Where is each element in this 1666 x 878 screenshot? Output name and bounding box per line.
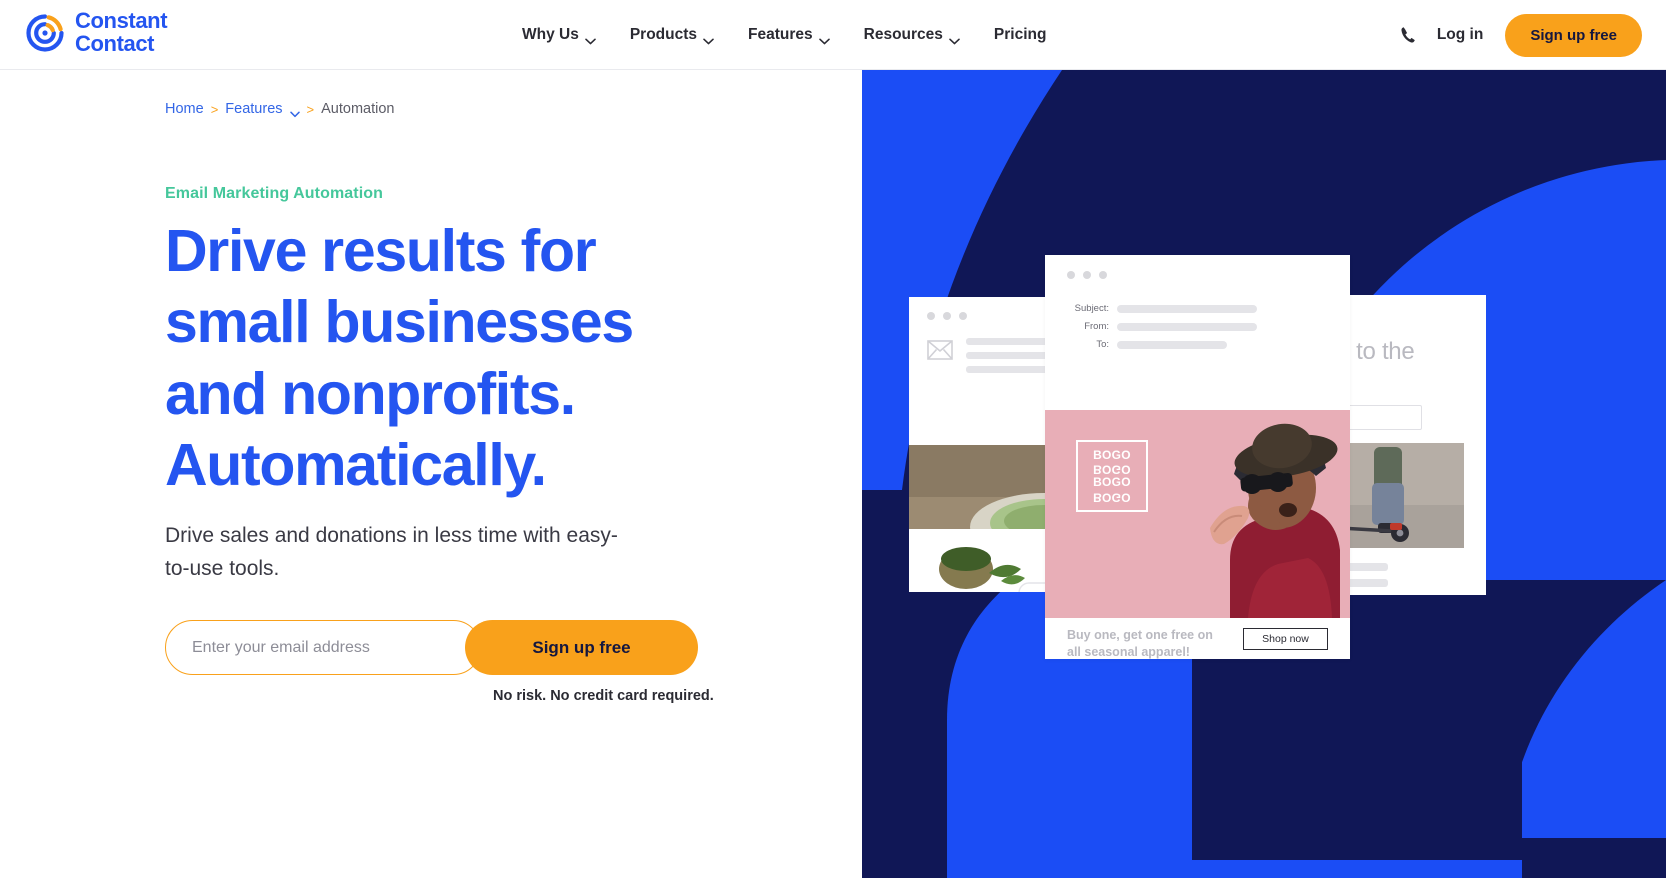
page-title: Drive results for small businesses and n… xyxy=(165,218,634,499)
subject-value-skeleton xyxy=(1117,304,1257,313)
bogo-line-3: BOGO xyxy=(1093,475,1131,489)
chevron-down-icon xyxy=(818,32,830,44)
window-dot xyxy=(943,312,951,320)
nav-item-pricing[interactable]: Pricing xyxy=(977,0,1064,70)
breadcrumb-home[interactable]: Home xyxy=(165,101,204,117)
subject-row: Subject: xyxy=(1067,303,1328,314)
to-row: To: xyxy=(1067,339,1328,350)
nav-label: Pricing xyxy=(993,26,1047,43)
logo-line-1: Constant xyxy=(75,8,168,33)
signup-submit-button[interactable]: Sign up free xyxy=(465,620,698,675)
from-row: From: xyxy=(1067,321,1328,332)
site-header: Constant Contact Why Us Products Feature… xyxy=(0,0,1666,70)
envelope-icon xyxy=(927,340,953,360)
hero-subheadline: Drive sales and donations in less time w… xyxy=(165,524,618,580)
signup-disclaimer: No risk. No credit card required. xyxy=(493,688,714,704)
shop-now-button[interactable]: Shop now xyxy=(1243,628,1328,650)
email-compose-card: Subject: From: To: BOGO BOGO BOGO BOGO B… xyxy=(1045,255,1350,659)
window-dot xyxy=(959,312,967,320)
nav-label: Products xyxy=(629,26,698,43)
breadcrumb-current: Automation xyxy=(321,101,395,117)
chevron-down-icon[interactable] xyxy=(289,106,300,117)
email-meta-fields: Subject: From: To: xyxy=(1067,303,1328,350)
bogo-line-4: BOGO xyxy=(1093,490,1131,505)
phone-icon[interactable] xyxy=(1397,24,1419,46)
eyebrow-label: Email Marketing Automation xyxy=(165,185,384,202)
nav-item-products[interactable]: Products xyxy=(613,0,731,70)
to-value-skeleton xyxy=(1117,340,1227,349)
breadcrumb-separator: > xyxy=(210,101,219,117)
logo[interactable]: Constant Contact xyxy=(24,8,168,56)
breadcrumb-separator: > xyxy=(306,101,315,117)
nav-item-features[interactable]: Features xyxy=(731,0,847,70)
window-dot xyxy=(927,312,935,320)
to-label: To: xyxy=(1096,339,1109,350)
nav-item-why-us[interactable]: Why Us xyxy=(505,0,613,70)
logo-wordmark: Constant Contact xyxy=(75,8,168,56)
bogo-promo-panel: BOGO BOGO BOGO BOGO xyxy=(1045,410,1350,618)
primary-navigation: Why Us Products Features Resources Prici… xyxy=(505,0,1063,70)
breadcrumb: Home > Features > Automation xyxy=(165,101,394,117)
nav-label: Features xyxy=(748,26,813,43)
logo-line-2: Contact xyxy=(75,30,155,56)
window-dot xyxy=(1099,271,1107,279)
signup-free-button[interactable]: Sign up free xyxy=(1505,13,1642,57)
bogo-logo-box: BOGO BOGO BOGO BOGO xyxy=(1076,440,1148,512)
hero-illustration: Welome to the club! xyxy=(862,70,1666,878)
from-value-skeleton xyxy=(1117,322,1257,331)
from-label: From: xyxy=(1084,321,1109,332)
nav-item-resources[interactable]: Resources xyxy=(847,0,977,70)
subject-label: Subject: xyxy=(1074,303,1109,314)
bogo-line-2: BOGO xyxy=(1093,463,1131,477)
window-dot xyxy=(1083,271,1091,279)
chevron-down-icon xyxy=(703,32,714,44)
breadcrumb-features[interactable]: Features xyxy=(225,101,282,117)
signup-form: Sign up free xyxy=(165,620,698,675)
chevron-down-icon xyxy=(585,32,596,44)
hero-content: Home > Features > Automation Email Marke… xyxy=(0,70,862,878)
bogo-line-1: BOGO xyxy=(1093,447,1131,462)
login-link[interactable]: Log in xyxy=(1437,26,1484,44)
constant-contact-logo-icon xyxy=(24,12,66,54)
shouting-man-photo xyxy=(1190,410,1350,618)
email-input[interactable] xyxy=(165,620,481,675)
window-dots xyxy=(1045,255,1350,279)
window-dot xyxy=(1067,271,1075,279)
promo-caption: Buy one, get one free on all seasonal ap… xyxy=(1067,628,1213,660)
nav-label: Why Us xyxy=(522,26,579,43)
header-actions: Log in Sign up free xyxy=(1397,0,1642,70)
nav-label: Resources xyxy=(863,26,943,43)
chevron-down-icon xyxy=(949,32,960,44)
